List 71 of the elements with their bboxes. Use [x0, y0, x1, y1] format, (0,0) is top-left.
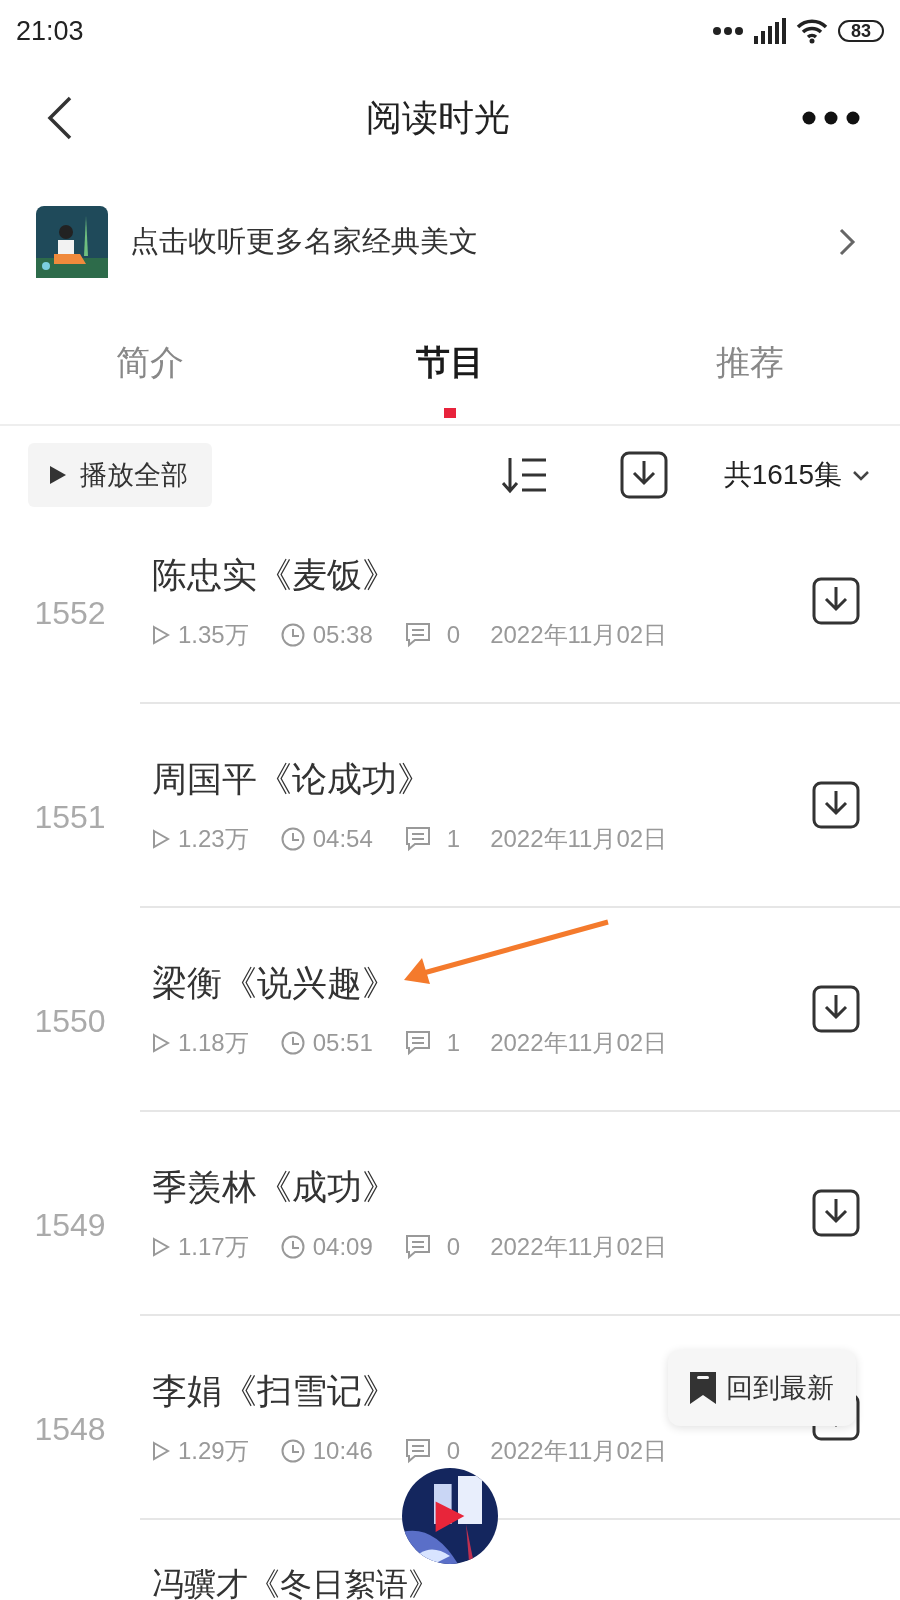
download-icon[interactable] [812, 985, 860, 1033]
clock-icon [280, 622, 305, 647]
duration: 04:54 [312, 824, 373, 853]
download-icon[interactable] [619, 451, 668, 499]
episode-number: 1552 [33, 593, 107, 633]
play-count: 1.29万 [178, 1435, 249, 1466]
chevron-down-icon [852, 469, 870, 481]
episode-title[interactable]: 周国平《论成功》 [152, 755, 432, 803]
wifi-icon [796, 18, 828, 44]
publish-date: 2022年11月02日 [490, 823, 668, 854]
comment-count: 0 [446, 1232, 461, 1261]
clock-icon [280, 1234, 305, 1259]
comment-icon [404, 1233, 431, 1260]
play-icon [50, 466, 66, 484]
duration: 10:46 [312, 1436, 373, 1465]
more-dots-icon [712, 26, 744, 36]
more-icon[interactable] [802, 111, 860, 125]
episode-title[interactable]: 梁衡《说兴趣》 [152, 959, 397, 1007]
bookmark-icon [690, 1372, 716, 1404]
banner-text[interactable]: 点击收听更多名家经典美文 [130, 222, 838, 262]
publish-date: 2022年11月02日 [490, 1435, 668, 1466]
comment-count: 0 [446, 620, 461, 649]
comment-icon [404, 1029, 431, 1056]
episode-title[interactable]: 李娟《扫雪记》 [152, 1367, 397, 1415]
comment-icon [404, 621, 431, 648]
duration: 05:51 [312, 1028, 373, 1057]
download-icon[interactable] [812, 1189, 860, 1237]
battery-indicator: 83 [838, 20, 884, 42]
chevron-right-icon[interactable] [838, 227, 856, 257]
comment-icon [404, 825, 431, 852]
active-tab-indicator [444, 408, 456, 418]
publish-date: 2022年11月02日 [490, 1231, 668, 1262]
episode-number: 1549 [33, 1205, 107, 1245]
play-all-button[interactable]: 播放全部 [28, 443, 212, 507]
comment-count: 1 [446, 824, 461, 853]
tab[interactable]: 简介 [0, 302, 300, 424]
publish-date: 2022年11月02日 [490, 1027, 668, 1058]
play-count-icon [152, 828, 170, 849]
tab[interactable]: 推荐 [600, 302, 900, 424]
duration: 04:09 [312, 1232, 373, 1261]
sort-icon[interactable] [501, 456, 548, 494]
play-count-icon [152, 1440, 170, 1461]
clock-icon [280, 1030, 305, 1055]
play-count-icon [152, 624, 170, 645]
page-title: 阅读时光 [366, 95, 510, 140]
clock-icon [280, 1438, 305, 1463]
download-icon[interactable] [812, 577, 860, 625]
episode-title[interactable]: 季羡林《成功》 [152, 1163, 397, 1211]
publish-date: 2022年11月02日 [490, 619, 668, 650]
signal-icon [754, 18, 786, 44]
back-to-latest-button[interactable]: 回到最新 [668, 1350, 856, 1426]
play-count: 1.18万 [178, 1027, 249, 1058]
play-count: 1.23万 [178, 823, 249, 854]
episode-title[interactable]: 冯骥才《冬日絮语》 [152, 1568, 440, 1600]
episode-title[interactable]: 陈忠实《麦饭》 [152, 551, 397, 599]
episode-number: 1548 [33, 1409, 107, 1449]
play-count-icon [152, 1236, 170, 1257]
episode-count-dropdown[interactable]: 共1615集 [723, 456, 870, 494]
play-count: 1.35万 [178, 619, 249, 650]
download-icon[interactable] [812, 781, 860, 829]
episode-number: 1550 [33, 1001, 107, 1041]
play-count-icon [152, 1032, 170, 1053]
comment-icon [404, 1437, 431, 1464]
play-count: 1.17万 [178, 1231, 249, 1262]
episode-number: 1551 [33, 797, 107, 837]
comment-count: 1 [446, 1028, 461, 1057]
status-time: 21:03 [16, 15, 84, 47]
comment-count: 0 [446, 1436, 461, 1465]
duration: 05:38 [312, 620, 373, 649]
clock-icon [280, 826, 305, 851]
tab[interactable]: 节目 [300, 302, 600, 424]
